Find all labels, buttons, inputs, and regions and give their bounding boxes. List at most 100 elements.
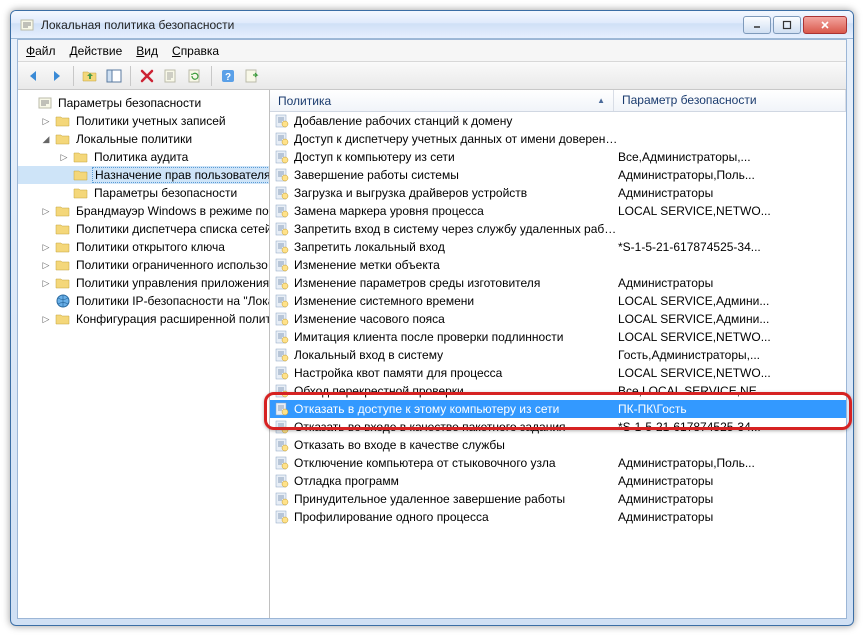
list-row[interactable]: Отказать во входе в качестве пакетного з… bbox=[270, 418, 846, 436]
tree-item[interactable]: Параметры безопасности bbox=[18, 184, 270, 202]
list-row[interactable]: Имитация клиента после проверки подлинно… bbox=[270, 328, 846, 346]
policy-icon bbox=[274, 347, 290, 363]
menu-action[interactable]: Действие bbox=[70, 44, 123, 58]
cell-policy: Доступ к диспетчеру учетных данных от им… bbox=[294, 132, 618, 146]
expander-icon[interactable]: ▷ bbox=[58, 152, 70, 163]
tree-item[interactable]: Политики диспетчера списка сетей bbox=[18, 220, 270, 238]
list-row[interactable]: Принудительное удаленное завершение рабо… bbox=[270, 490, 846, 508]
policy-icon bbox=[274, 257, 290, 273]
list-row[interactable]: Доступ к диспетчеру учетных данных от им… bbox=[270, 130, 846, 148]
menubar: Файл Действие Вид Справка bbox=[18, 40, 846, 62]
toggle-tree-button[interactable] bbox=[103, 65, 125, 87]
list-row[interactable]: Изменение часового поясаLOCAL SERVICE,Ад… bbox=[270, 310, 846, 328]
list-row[interactable]: Загрузка и выгрузка драйверов устройствА… bbox=[270, 184, 846, 202]
cell-param: Администраторы bbox=[618, 510, 846, 524]
forward-button[interactable] bbox=[46, 65, 68, 87]
tree-pane[interactable]: Параметры безопасности▷Политики учетных … bbox=[18, 90, 270, 618]
folder-icon bbox=[55, 131, 71, 147]
back-button[interactable] bbox=[22, 65, 44, 87]
tree-label: Брандмауэр Windows в режиме пов bbox=[74, 204, 270, 218]
tree-item[interactable]: Политики IP-безопасности на "Лока bbox=[18, 292, 270, 310]
tree-item[interactable]: ▷ Политики ограниченного использо bbox=[18, 256, 270, 274]
app-icon bbox=[19, 17, 35, 33]
expander-icon[interactable]: ▷ bbox=[40, 278, 52, 289]
tree-label: Политики IP-безопасности на "Лока bbox=[74, 294, 270, 308]
tree-item[interactable]: Назначение прав пользователя bbox=[18, 166, 270, 184]
refresh-button[interactable] bbox=[184, 65, 206, 87]
list-body[interactable]: Добавление рабочих станций к домену Досту… bbox=[270, 112, 846, 618]
close-button[interactable] bbox=[803, 16, 847, 34]
tree-label: Локальные политики bbox=[74, 132, 194, 146]
delete-button[interactable] bbox=[136, 65, 158, 87]
list-row[interactable]: Добавление рабочих станций к домену bbox=[270, 112, 846, 130]
tree-label: Конфигурация расширенной полит bbox=[74, 312, 270, 326]
list-row[interactable]: Изменение метки объекта bbox=[270, 256, 846, 274]
expander-icon[interactable]: ▷ bbox=[40, 116, 52, 127]
policy-icon bbox=[274, 437, 290, 453]
expander-icon[interactable]: ▷ bbox=[40, 314, 52, 325]
cell-policy: Отказать во входе в качестве службы bbox=[294, 438, 618, 452]
folder-icon bbox=[55, 239, 71, 255]
expander-icon[interactable]: ◢ bbox=[40, 134, 52, 145]
menu-view[interactable]: Вид bbox=[136, 44, 158, 58]
policy-icon bbox=[274, 509, 290, 525]
tree-item[interactable]: ▷ Конфигурация расширенной полит bbox=[18, 310, 270, 328]
export-button[interactable] bbox=[241, 65, 263, 87]
list-row[interactable]: Завершение работы системыАдминистраторы,… bbox=[270, 166, 846, 184]
toolbar-separator bbox=[211, 66, 212, 86]
titlebar[interactable]: Локальная политика безопасности bbox=[11, 11, 853, 39]
list-row[interactable]: Отказать во входе в качестве службы bbox=[270, 436, 846, 454]
cell-policy: Изменение часового пояса bbox=[294, 312, 618, 326]
list-row[interactable]: Запретить вход в систему через службу уд… bbox=[270, 220, 846, 238]
tree-item[interactable]: ▷Политика аудита bbox=[18, 148, 270, 166]
list-row[interactable]: Отладка программАдминистраторы bbox=[270, 472, 846, 490]
menu-file[interactable]: Файл bbox=[26, 44, 56, 58]
expander-icon[interactable]: ▷ bbox=[40, 206, 52, 217]
folder-icon bbox=[55, 257, 71, 273]
list-row[interactable]: Отключение компьютера от стыковочного уз… bbox=[270, 454, 846, 472]
cell-policy: Отказать во входе в качестве пакетного з… bbox=[294, 420, 618, 434]
list-row[interactable]: Запретить локальный вход*S-1-5-21-617874… bbox=[270, 238, 846, 256]
tree-label: Политики открытого ключа bbox=[74, 240, 227, 254]
tree-item[interactable]: ▷Политики учетных записей bbox=[18, 112, 270, 130]
minimize-button[interactable] bbox=[743, 16, 771, 34]
tree-label: Политики ограниченного использо bbox=[74, 258, 270, 272]
policy-icon bbox=[274, 311, 290, 327]
list-row[interactable]: Отказать в доступе к этому компьютеру из… bbox=[270, 400, 846, 418]
column-header-param[interactable]: Параметр безопасности bbox=[614, 90, 846, 111]
cell-param: LOCAL SERVICE,Админи... bbox=[618, 294, 846, 308]
tree-label: Назначение прав пользователя bbox=[92, 167, 270, 183]
tree-item[interactable]: ◢ Локальные политики bbox=[18, 130, 270, 148]
cell-param: LOCAL SERVICE,NETWO... bbox=[618, 204, 846, 218]
cell-policy: Профилирование одного процесса bbox=[294, 510, 618, 524]
properties-button[interactable] bbox=[160, 65, 182, 87]
expander-icon[interactable]: ▷ bbox=[40, 260, 52, 271]
tree-item[interactable]: ▷Политики управления приложения bbox=[18, 274, 270, 292]
list-row[interactable]: Замена маркера уровня процессаLOCAL SERV… bbox=[270, 202, 846, 220]
list-row[interactable]: Изменение системного времениLOCAL SERVIC… bbox=[270, 292, 846, 310]
column-header-policy[interactable]: Политика ▲ bbox=[270, 90, 614, 111]
tree-root[interactable]: Параметры безопасности bbox=[18, 94, 270, 112]
expander-icon[interactable]: ▷ bbox=[40, 242, 52, 253]
tree-label: Политики диспетчера списка сетей bbox=[74, 222, 270, 236]
ipsec-icon bbox=[55, 293, 71, 309]
cell-policy: Обход перекрестной проверки bbox=[294, 384, 618, 398]
tree-item[interactable]: ▷ Брандмауэр Windows в режиме пов bbox=[18, 202, 270, 220]
cell-param: Администраторы,Поль... bbox=[618, 456, 846, 470]
list-row[interactable]: Профилирование одного процессаАдминистра… bbox=[270, 508, 846, 526]
up-button[interactable] bbox=[79, 65, 101, 87]
policy-icon bbox=[274, 167, 290, 183]
list-row[interactable]: Настройка квот памяти для процессаLOCAL … bbox=[270, 364, 846, 382]
maximize-button[interactable] bbox=[773, 16, 801, 34]
cell-param: Все,LOCAL SERVICE,NE... bbox=[618, 384, 846, 398]
help-button[interactable] bbox=[217, 65, 239, 87]
tree-item[interactable]: ▷ Политики открытого ключа bbox=[18, 238, 270, 256]
list-row[interactable]: Доступ к компьютеру из сетиВсе,Администр… bbox=[270, 148, 846, 166]
list-row[interactable]: Изменение параметров среды изготовителяА… bbox=[270, 274, 846, 292]
policy-icon bbox=[274, 203, 290, 219]
cell-policy: Принудительное удаленное завершение рабо… bbox=[294, 492, 618, 506]
folder-icon bbox=[55, 203, 71, 219]
list-row[interactable]: Локальный вход в системуГость,Администра… bbox=[270, 346, 846, 364]
menu-help[interactable]: Справка bbox=[172, 44, 219, 58]
list-row[interactable]: Обход перекрестной проверкиВсе,LOCAL SER… bbox=[270, 382, 846, 400]
